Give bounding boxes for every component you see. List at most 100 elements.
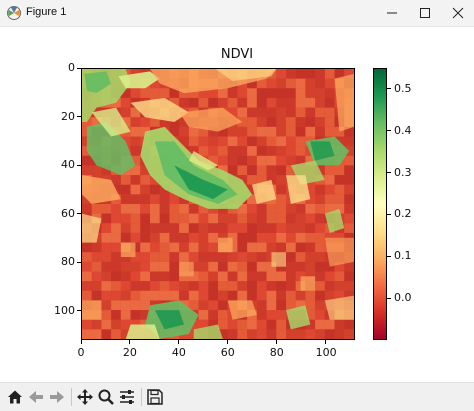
heatmap-cell <box>237 252 248 262</box>
heatmap-cell <box>218 97 228 108</box>
heatmap-cell <box>256 146 267 156</box>
heatmap-cell <box>295 78 306 89</box>
heatmap-cell <box>256 310 267 320</box>
heatmap-cell <box>286 88 296 98</box>
back-button[interactable] <box>27 388 45 406</box>
heatmap-cell <box>324 88 335 98</box>
heatmap-cell <box>169 213 180 224</box>
colorbar-tick-label: 0.5 <box>394 81 412 95</box>
heatmap-cell <box>140 117 150 127</box>
heatmap-cell <box>218 136 228 147</box>
heatmap-cell <box>305 204 316 214</box>
heatmap-cell <box>344 223 354 233</box>
heatmap-cell <box>208 271 218 282</box>
heatmap-cell <box>111 213 121 224</box>
heatmap-cell <box>247 271 257 282</box>
heatmap-cell <box>140 232 150 243</box>
heatmap-cell <box>120 194 131 204</box>
heatmap-cell <box>286 329 296 339</box>
close-button[interactable] <box>442 0 474 26</box>
pan-button[interactable] <box>76 388 94 406</box>
heatmap-cell <box>286 69 296 79</box>
heatmap-cell <box>324 194 335 204</box>
heatmap-cell <box>334 329 345 339</box>
heatmap-cell <box>120 107 131 118</box>
heatmap-cell <box>208 232 218 243</box>
forward-button[interactable] <box>48 388 66 406</box>
maximize-button[interactable] <box>409 0 441 26</box>
heatmap-cell <box>266 232 277 243</box>
heatmap-cell <box>169 252 180 262</box>
heatmap-cell <box>101 271 112 282</box>
heatmap-cell <box>111 281 121 291</box>
heatmap-cell <box>218 252 228 262</box>
heatmap-cell <box>266 204 277 214</box>
heatmap-cell <box>82 290 92 301</box>
heatmap-cell <box>247 329 257 339</box>
heatmap-cell <box>237 242 248 253</box>
heatmap-cell <box>315 290 325 301</box>
heatmap-cell <box>82 261 92 272</box>
heatmap-cell <box>237 232 248 243</box>
heatmap-cell <box>247 97 257 108</box>
heatmap-cell <box>227 261 238 272</box>
matplotlib-logo-icon <box>6 5 22 21</box>
heatmap-cell <box>82 271 92 282</box>
heatmap-cell <box>188 126 199 137</box>
toolbar-separator <box>71 388 72 406</box>
heatmap-cell <box>295 242 306 253</box>
x-tick-label: 0 <box>77 346 85 359</box>
heatmap-cell <box>111 271 121 282</box>
heatmap-cell <box>256 97 267 108</box>
heatmap-cell <box>256 107 267 118</box>
ndvi-heatmap[interactable] <box>81 68 355 340</box>
heatmap-cell <box>130 232 141 243</box>
heatmap-cell <box>111 310 121 320</box>
heatmap-cell <box>227 252 238 262</box>
heatmap-cell <box>324 271 335 282</box>
heatmap-cell <box>344 213 354 224</box>
home-button[interactable] <box>6 388 24 406</box>
heatmap-cell <box>188 300 199 311</box>
heatmap-cell <box>218 281 228 291</box>
heatmap-cell <box>179 223 189 233</box>
heatmap-cell <box>140 223 150 233</box>
heatmap-cell <box>91 329 102 339</box>
heatmap-cell <box>305 69 316 79</box>
heatmap-cell <box>159 261 170 272</box>
heatmap-cell <box>315 213 325 224</box>
heatmap-cell <box>266 155 277 166</box>
heatmap-cell <box>150 88 160 98</box>
heatmap-cell <box>198 136 209 147</box>
heatmap-cell <box>286 97 296 108</box>
heatmap-cell <box>247 136 257 147</box>
heatmap-cell <box>315 252 325 262</box>
heatmap-cell <box>218 271 228 282</box>
heatmap-cell <box>159 88 170 98</box>
window-titlebar: Figure 1 <box>0 0 474 27</box>
heatmap-cell <box>315 300 325 311</box>
heatmap-cell <box>237 155 248 166</box>
heatmap-cell <box>150 252 160 262</box>
heatmap-cell <box>130 136 141 147</box>
heatmap-cell <box>276 146 286 156</box>
heatmap-cell <box>324 184 335 195</box>
heatmap-cell <box>256 126 267 137</box>
save-button[interactable] <box>146 388 164 406</box>
heatmap-cell <box>286 242 296 253</box>
heatmap-cell <box>150 261 160 272</box>
heatmap-cell <box>286 232 296 243</box>
minimize-button[interactable] <box>376 0 408 26</box>
heatmap-cell <box>334 194 345 204</box>
heatmap-cell <box>295 117 306 127</box>
colorbar-tick-mark <box>387 172 391 174</box>
heatmap-cell <box>266 213 277 224</box>
heatmap-cell <box>91 290 102 301</box>
heatmap-cell <box>111 290 121 301</box>
heatmap-cell <box>237 261 248 272</box>
configure-subplots-button[interactable] <box>118 388 136 406</box>
zoom-button[interactable] <box>97 388 115 406</box>
heatmap-cell <box>130 261 141 272</box>
heatmap-cell <box>82 204 92 214</box>
heatmap-cell <box>276 155 286 166</box>
